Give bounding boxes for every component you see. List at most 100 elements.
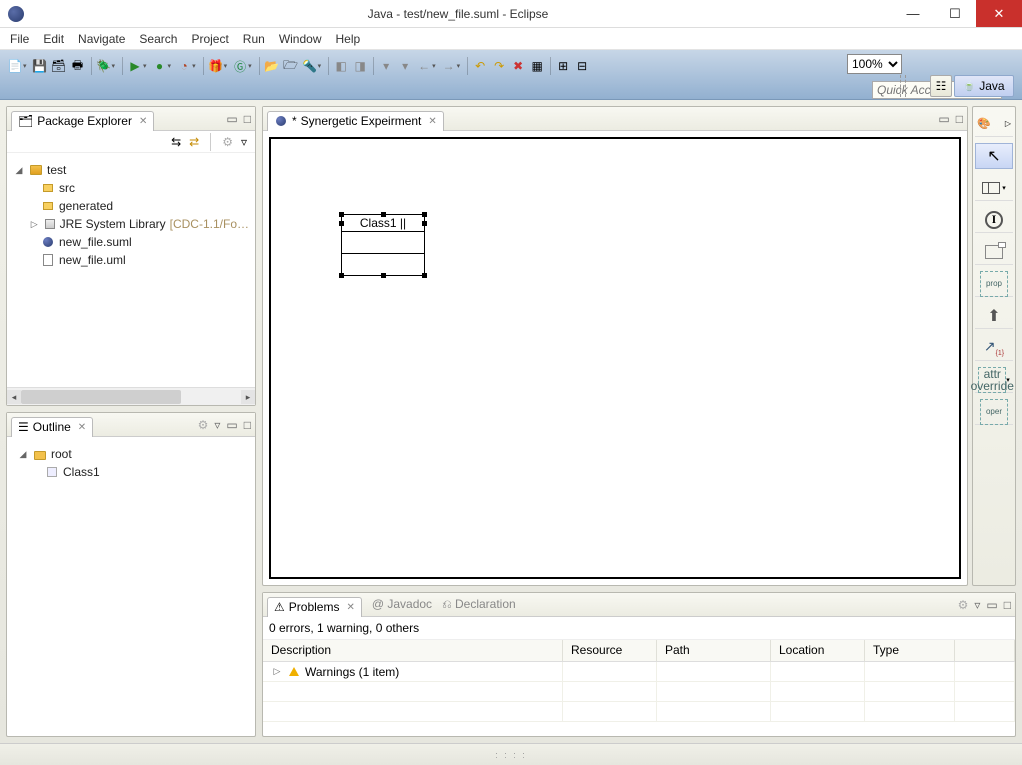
nav-dd-2[interactable]: ▾: [396, 57, 414, 75]
layout-button[interactable]: ▦: [528, 57, 546, 75]
palette-oper-tool[interactable]: oper: [980, 399, 1008, 425]
palette-gen-tool[interactable]: ⬆: [975, 303, 1013, 329]
problems-min-button[interactable]: ▭: [986, 598, 997, 612]
search-button[interactable]: 🔦: [301, 57, 319, 75]
link-editor-button[interactable]: ⇄: [189, 135, 199, 149]
palette-compartment-tool[interactable]: ▾: [975, 175, 1013, 201]
class-node[interactable]: Class1 ||: [341, 214, 425, 276]
open-perspective-button[interactable]: ☷: [930, 75, 952, 97]
open-task-button[interactable]: 🗁: [282, 57, 300, 75]
java-perspective-button[interactable]: 🍵 Java: [954, 75, 1014, 97]
undo-button[interactable]: ↶: [471, 57, 489, 75]
col-description[interactable]: Description: [263, 640, 563, 661]
close-icon[interactable]: ✕: [78, 422, 86, 433]
editor-max-button[interactable]: □: [956, 112, 963, 126]
col-type[interactable]: Type: [865, 640, 955, 661]
outline-class-row[interactable]: Class1: [17, 463, 245, 481]
col-location[interactable]: Location: [771, 640, 865, 661]
palette-select-tool[interactable]: ↖: [975, 143, 1013, 169]
minimize-view-button[interactable]: ▭: [226, 112, 237, 126]
maximize-view-button[interactable]: □: [244, 112, 251, 126]
palette-settings-icon[interactable]: 🎨: [977, 117, 991, 130]
menu-help[interactable]: Help: [336, 32, 361, 46]
menu-file[interactable]: File: [10, 32, 29, 46]
palette-assoc-tool[interactable]: ↗{1}: [975, 335, 1013, 361]
scroll-left-button[interactable]: ◂: [7, 390, 21, 404]
class-name-row[interactable]: Class1 ||: [341, 214, 425, 232]
new-class-button[interactable]: Ⓖ: [231, 57, 249, 75]
palette-attr-override-tool[interactable]: attroverride: [978, 367, 1006, 393]
problems-menu-button[interactable]: ▿: [974, 598, 980, 612]
scroll-thumb[interactable]: [21, 390, 181, 404]
outline-max-button[interactable]: □: [244, 418, 251, 432]
run-ext-button[interactable]: ▶: [126, 57, 144, 75]
new-package-button[interactable]: 🎁: [207, 57, 225, 75]
diagram-canvas[interactable]: Class1 ||: [269, 137, 961, 579]
twisty-icon[interactable]: ◢: [13, 165, 25, 176]
collapse-all-button[interactable]: ⇆: [171, 135, 181, 149]
run-button[interactable]: ●: [151, 57, 169, 75]
tool-b-button[interactable]: ◨: [351, 57, 369, 75]
filter-button[interactable]: ⚙: [222, 135, 233, 149]
problems-filter-button[interactable]: ⚙: [958, 598, 969, 612]
forward-button[interactable]: →: [440, 57, 458, 75]
problems-row[interactable]: ▷ Warnings (1 item): [263, 662, 1015, 682]
package-explorer-tab[interactable]: 🗂 Package Explorer ✕: [11, 111, 154, 131]
save-button[interactable]: 💾: [31, 57, 49, 75]
outline-filter-button[interactable]: ⚙: [198, 418, 209, 432]
open-type-button[interactable]: 📂: [263, 57, 281, 75]
extra-b-button[interactable]: ⊟: [573, 57, 591, 75]
twisty-icon[interactable]: ◢: [17, 449, 29, 460]
tree-row-uml[interactable]: new_file.uml: [13, 251, 249, 269]
col-resource[interactable]: Resource: [563, 640, 657, 661]
tree-row-suml[interactable]: new_file.suml: [13, 233, 249, 251]
class-op-row[interactable]: [341, 254, 425, 276]
javadoc-tab[interactable]: @ Javadoc: [372, 597, 432, 612]
debug-button[interactable]: 🪲: [95, 57, 113, 75]
coverage-button[interactable]: ◔: [175, 57, 193, 75]
problems-max-button[interactable]: □: [1004, 598, 1011, 612]
problems-tab[interactable]: ⚠ Problems ✕: [267, 597, 362, 617]
tree-project-row[interactable]: ◢ test: [13, 161, 249, 179]
outline-tab[interactable]: ☰ Outline ✕: [11, 417, 93, 437]
minimize-button[interactable]: —: [892, 0, 934, 27]
outline-menu-button[interactable]: ▿: [214, 418, 220, 432]
palette-prop-tool[interactable]: prop: [980, 271, 1008, 297]
tree-row-jre[interactable]: ▷ JRE System Library [CDC-1.1/Fo…: [13, 215, 249, 233]
palette-expand-icon[interactable]: ▷: [1005, 119, 1011, 128]
nav-dd-1[interactable]: ▾: [377, 57, 395, 75]
extra-a-button[interactable]: ⊞: [554, 57, 572, 75]
menu-navigate[interactable]: Navigate: [78, 32, 125, 46]
save-all-button[interactable]: 🗃: [50, 57, 68, 75]
editor-tab[interactable]: *Synergetic Expeirment ✕: [267, 111, 444, 131]
maximize-button[interactable]: ☐: [934, 0, 976, 27]
back-button[interactable]: ←: [415, 57, 433, 75]
close-icon[interactable]: ✕: [346, 602, 354, 613]
menu-search[interactable]: Search: [139, 32, 177, 46]
menu-run[interactable]: Run: [243, 32, 265, 46]
menu-window[interactable]: Window: [279, 32, 322, 46]
palette-package-tool[interactable]: [975, 239, 1013, 265]
declaration-tab[interactable]: ⎌ Declaration: [442, 597, 516, 612]
tree-row-src[interactable]: src: [13, 179, 249, 197]
scroll-right-button[interactable]: ▸: [241, 390, 255, 404]
new-button[interactable]: 📄: [6, 57, 24, 75]
delete-button[interactable]: ✖: [509, 57, 527, 75]
close-icon[interactable]: ✕: [428, 116, 436, 127]
menu-edit[interactable]: Edit: [43, 32, 64, 46]
zoom-control[interactable]: 100%: [847, 54, 902, 74]
twisty-icon[interactable]: ▷: [271, 666, 283, 677]
close-icon[interactable]: ✕: [139, 116, 147, 127]
tool-a-button[interactable]: ◧: [332, 57, 350, 75]
print-button[interactable]: 🖶: [69, 57, 87, 75]
horizontal-scrollbar[interactable]: ◂ ▸: [7, 387, 255, 405]
col-path[interactable]: Path: [657, 640, 771, 661]
view-menu-button[interactable]: ▿: [241, 135, 247, 149]
redo-button[interactable]: ↷: [490, 57, 508, 75]
class-attr-row[interactable]: [341, 232, 425, 254]
outline-root-row[interactable]: ◢ root: [17, 445, 245, 463]
zoom-select[interactable]: 100%: [847, 54, 902, 74]
twisty-icon[interactable]: ▷: [29, 219, 39, 230]
editor-min-button[interactable]: ▭: [938, 112, 949, 126]
close-button[interactable]: ✕: [976, 0, 1022, 27]
